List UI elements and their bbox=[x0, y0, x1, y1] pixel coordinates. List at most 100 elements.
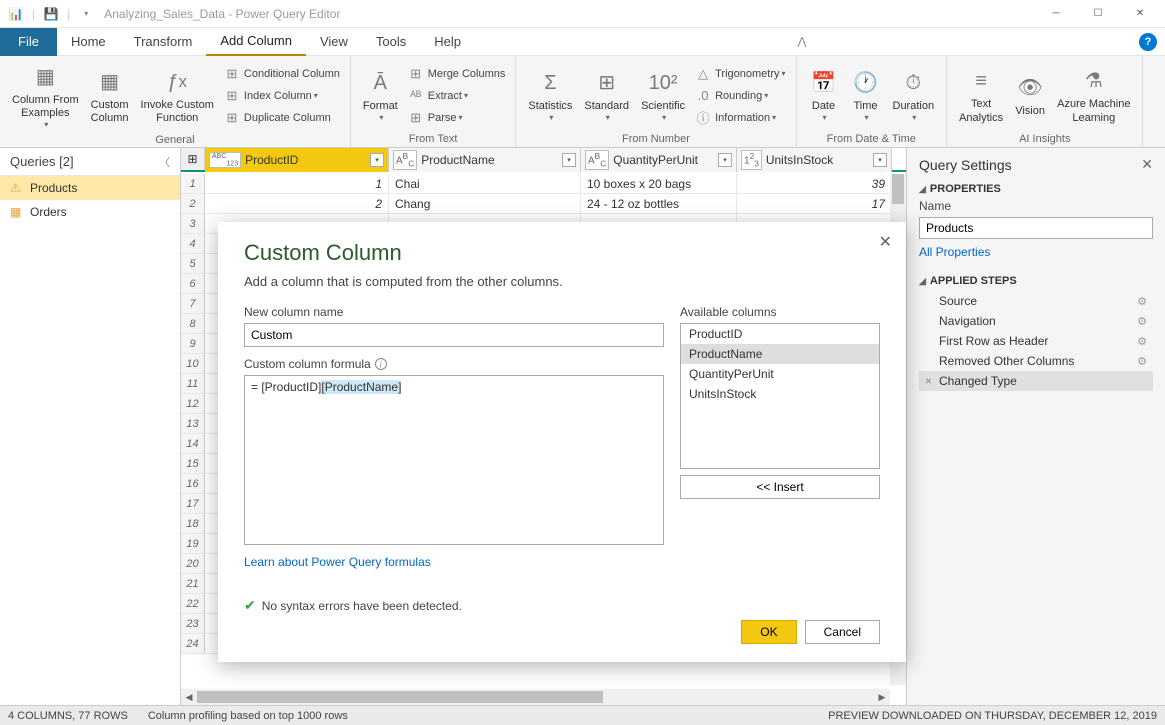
date-button[interactable]: 📅Date▾ bbox=[803, 64, 845, 127]
column-header-productid[interactable]: ABC123ProductID▾ bbox=[205, 148, 389, 172]
queries-panel: Queries [2] 〈 ⚠Products▦Orders bbox=[0, 148, 181, 705]
queries-panel-title: Queries [2] bbox=[10, 154, 74, 169]
info-icon[interactable]: i bbox=[375, 358, 387, 370]
qat-dropdown-icon[interactable]: ▾ bbox=[78, 6, 94, 22]
scientific-button[interactable]: 10²Scientific▾ bbox=[635, 64, 691, 127]
invoke-custom-function-button[interactable]: ƒxInvoke Custom Function bbox=[135, 63, 220, 129]
gear-icon[interactable]: ⚙ bbox=[1137, 315, 1147, 328]
properties-section-header[interactable]: PROPERTIES bbox=[919, 183, 1153, 195]
parse-button[interactable]: ⊞Parse▾ bbox=[404, 108, 510, 128]
duplicate-column-button[interactable]: ⊞Duplicate Column bbox=[220, 108, 344, 128]
status-columns-rows: 4 COLUMNS, 77 ROWS bbox=[8, 710, 128, 722]
all-properties-link[interactable]: All Properties bbox=[919, 245, 990, 259]
collapse-icon[interactable]: 〈 bbox=[159, 154, 170, 170]
settings-close-icon[interactable]: ✕ bbox=[1141, 156, 1153, 173]
close-button[interactable]: ✕ bbox=[1119, 0, 1161, 28]
dialog-subtitle: Add a column that is computed from the o… bbox=[244, 274, 880, 289]
new-column-name-label: New column name bbox=[244, 305, 664, 319]
titlebar: 📊 | 💾 | ▾ Analyzing_Sales_Data - Power Q… bbox=[0, 0, 1165, 28]
settings-title: Query Settings bbox=[919, 157, 1012, 173]
extract-button[interactable]: ᴬᴮExtract▾ bbox=[404, 86, 510, 106]
available-column-item[interactable]: ProductID bbox=[681, 324, 879, 344]
aml-button[interactable]: ⚗Azure Machine Learning bbox=[1051, 62, 1136, 128]
column-header-quantityperunit[interactable]: ABCQuantityPerUnit▾ bbox=[581, 148, 737, 172]
available-column-item[interactable]: QuantityPerUnit bbox=[681, 364, 879, 384]
queries-panel-header[interactable]: Queries [2] 〈 bbox=[0, 148, 180, 176]
ribbon-group-ai-label: AI Insights bbox=[953, 133, 1136, 147]
row-number-header[interactable]: ⊞ bbox=[181, 148, 205, 170]
dialog-status: ✔ No syntax errors have been detected. bbox=[244, 597, 880, 614]
menu-add-column[interactable]: Add Column bbox=[206, 28, 306, 56]
conditional-column-button[interactable]: ⊞Conditional Column bbox=[220, 64, 344, 84]
name-label: Name bbox=[919, 199, 1153, 213]
learn-link[interactable]: Learn about Power Query formulas bbox=[244, 555, 431, 569]
information-button[interactable]: ⓘInformation▾ bbox=[691, 108, 789, 128]
query-item-products[interactable]: ⚠Products bbox=[0, 176, 180, 200]
horizontal-scrollbar[interactable]: ◀▶ bbox=[181, 689, 890, 705]
trigonometry-button[interactable]: △Trigonometry▾ bbox=[691, 64, 789, 84]
standard-button[interactable]: ⊞Standard▾ bbox=[578, 64, 635, 127]
window-title: Analyzing_Sales_Data - Power Query Edito… bbox=[104, 7, 340, 21]
available-column-item[interactable]: UnitsInStock bbox=[681, 384, 879, 404]
collapse-ribbon-icon[interactable]: ⋀ bbox=[797, 35, 806, 48]
menu-help[interactable]: Help bbox=[420, 28, 475, 56]
menu-home[interactable]: Home bbox=[57, 28, 120, 56]
dialog-close-icon[interactable]: ✕ bbox=[879, 232, 892, 252]
formula-label: Custom column formulai bbox=[244, 357, 664, 371]
column-header-productname[interactable]: ABCProductName▾ bbox=[389, 148, 581, 172]
minimize-button[interactable]: ─ bbox=[1035, 0, 1077, 28]
available-columns-label: Available columns bbox=[680, 305, 880, 319]
applied-step[interactable]: Changed Type bbox=[919, 371, 1153, 391]
new-column-name-input[interactable] bbox=[244, 323, 664, 347]
app-icon: 📊 bbox=[8, 6, 24, 22]
menu-transform[interactable]: Transform bbox=[120, 28, 207, 56]
statistics-button[interactable]: ΣStatistics▾ bbox=[522, 64, 578, 127]
formula-input[interactable]: = [ProductID][ProductName] bbox=[244, 375, 664, 545]
applied-step[interactable]: Source⚙ bbox=[919, 291, 1153, 311]
gear-icon[interactable]: ⚙ bbox=[1137, 335, 1147, 348]
status-preview-date: PREVIEW DOWNLOADED ON THURSDAY, DECEMBER… bbox=[828, 710, 1157, 722]
duration-button[interactable]: ⏱Duration▾ bbox=[887, 64, 941, 127]
query-settings-panel: Query Settings ✕ PROPERTIES Name All Pro… bbox=[907, 148, 1165, 705]
insert-button[interactable]: << Insert bbox=[680, 475, 880, 499]
applied-step[interactable]: First Row as Header⚙ bbox=[919, 331, 1153, 351]
column-header-unitsinstock[interactable]: 123UnitsInStock▾ bbox=[737, 148, 892, 172]
column-from-examples-button[interactable]: ▦Column From Examples▾ bbox=[6, 58, 85, 134]
ribbon-group-datetime-label: From Date & Time bbox=[803, 133, 941, 147]
ribbon-group-number-label: From Number bbox=[522, 133, 789, 147]
query-item-orders[interactable]: ▦Orders bbox=[0, 200, 180, 224]
available-column-item[interactable]: ProductName bbox=[681, 344, 879, 364]
available-columns-list[interactable]: ProductIDProductNameQuantityPerUnitUnits… bbox=[680, 323, 880, 469]
format-button[interactable]: ĀFormat▾ bbox=[357, 64, 404, 127]
index-column-button[interactable]: ⊞Index Column▾ bbox=[220, 86, 344, 106]
time-button[interactable]: 🕐Time▾ bbox=[845, 64, 887, 127]
cancel-button[interactable]: Cancel bbox=[805, 620, 880, 644]
applied-step[interactable]: Navigation⚙ bbox=[919, 311, 1153, 331]
ribbon-group-text-label: From Text bbox=[357, 133, 509, 147]
vision-button[interactable]: 👁Vision bbox=[1009, 69, 1051, 122]
menu-view[interactable]: View bbox=[306, 28, 362, 56]
check-icon: ✔ bbox=[244, 597, 256, 614]
gear-icon[interactable]: ⚙ bbox=[1137, 295, 1147, 308]
ribbon: ▦Column From Examples▾ ▦Custom Column ƒx… bbox=[0, 56, 1165, 148]
save-icon[interactable]: 💾 bbox=[43, 6, 59, 22]
query-name-input[interactable] bbox=[919, 217, 1153, 239]
menu-tools[interactable]: Tools bbox=[362, 28, 420, 56]
help-icon[interactable]: ? bbox=[1139, 33, 1157, 51]
gear-icon[interactable]: ⚙ bbox=[1137, 355, 1147, 368]
custom-column-dialog: ✕ Custom Column Add a column that is com… bbox=[218, 222, 906, 662]
text-analytics-button[interactable]: ≡Text Analytics bbox=[953, 62, 1009, 128]
ok-button[interactable]: OK bbox=[741, 620, 796, 644]
dialog-title: Custom Column bbox=[244, 240, 880, 266]
maximize-button[interactable]: ☐ bbox=[1077, 0, 1119, 28]
table-row[interactable]: 22Chang24 - 12 oz bottles17 bbox=[181, 194, 906, 214]
statusbar: 4 COLUMNS, 77 ROWS Column profiling base… bbox=[0, 705, 1165, 725]
table-row[interactable]: 11Chai10 boxes x 20 bags39 bbox=[181, 174, 906, 194]
ribbon-group-general-label: General bbox=[6, 134, 344, 148]
applied-steps-header[interactable]: APPLIED STEPS bbox=[919, 275, 1153, 287]
rounding-button[interactable]: .0Rounding▾ bbox=[691, 86, 789, 106]
custom-column-button[interactable]: ▦Custom Column bbox=[85, 63, 135, 129]
menu-file[interactable]: File bbox=[0, 28, 57, 56]
merge-columns-button[interactable]: ⊞Merge Columns bbox=[404, 64, 510, 84]
applied-step[interactable]: Removed Other Columns⚙ bbox=[919, 351, 1153, 371]
